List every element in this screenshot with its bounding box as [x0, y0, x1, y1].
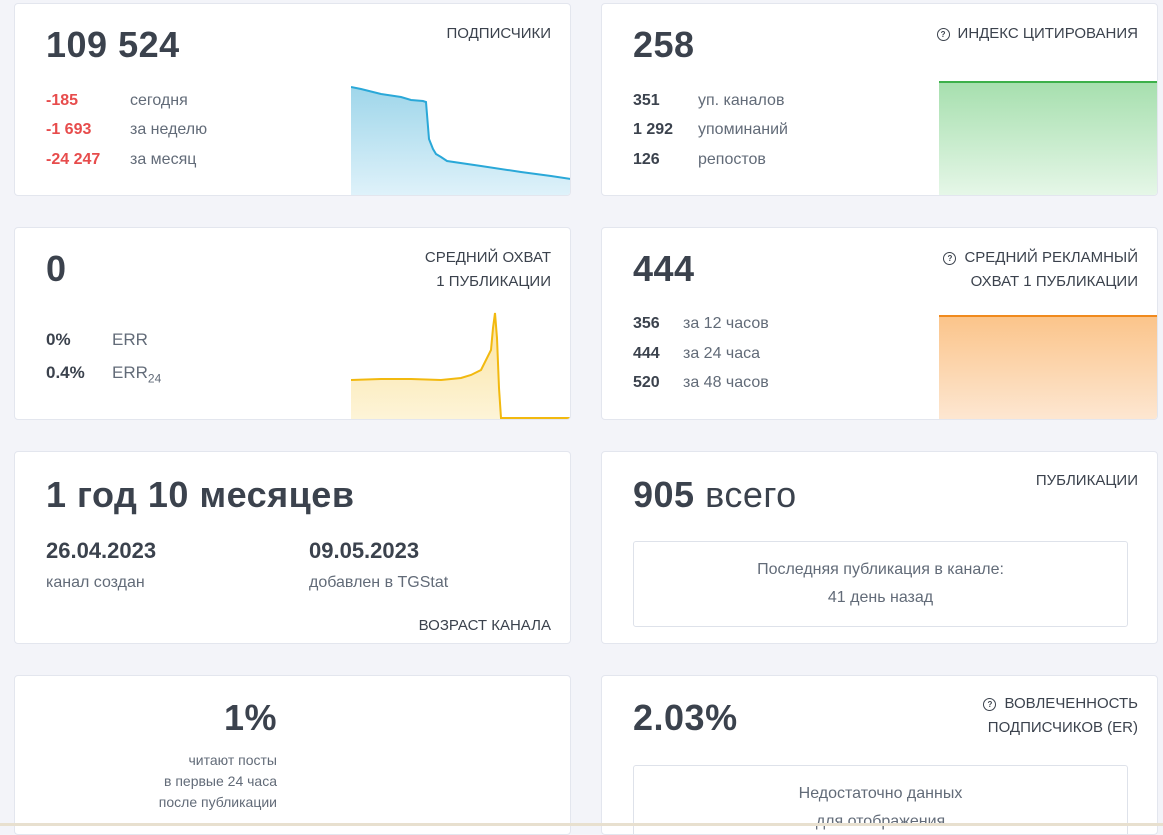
posts-suffix: всего — [705, 474, 797, 515]
subscribers-card: 109 524 ПОДПИСЧИКИ -185 сегодня -1 693 за … — [14, 3, 571, 196]
reach-card: 0 СРЕДНИЙ ОХВАТ 1 ПУБЛИКАЦИИ 0% ERR 0.4% E… — [14, 227, 571, 420]
stat-row: 1 292 упоминаний — [633, 120, 788, 140]
stat-value: 1 292 — [633, 121, 674, 138]
ad-reach-sparkline — [939, 315, 1157, 419]
err24-row: 0.4% ERR24 — [46, 363, 161, 388]
created-label: канал создан — [46, 574, 145, 591]
stat-row: 356 за 12 часов — [633, 314, 769, 334]
stat-row: 126 репостов — [633, 150, 766, 170]
stat-value: 351 — [633, 92, 660, 109]
ad-reach-value: 444 — [633, 248, 695, 289]
reach-label-line2: 1 ПУБЛИКАЦИИ — [436, 273, 551, 290]
read24-line1: читают посты — [188, 752, 278, 768]
er-value: 2.03% — [633, 697, 738, 738]
stat-row: 520 за 48 часов — [633, 373, 769, 393]
posts-count: 905 — [633, 474, 695, 515]
age-value: 1 год 10 месяцев — [46, 474, 355, 515]
stat-text: за 24 часа — [683, 345, 761, 362]
added-label: добавлен в TGStat — [309, 574, 449, 591]
reach-value: 0 — [46, 248, 67, 289]
ad-reach-card: 444 ? СРЕДНИЙ РЕКЛАМНЫЙ ОХВАТ 1 ПУБЛИКАЦИ… — [601, 227, 1158, 420]
subscribers-sparkline — [351, 86, 570, 195]
last-post-line1: Последняя публикация в канале: — [757, 561, 1004, 578]
read24-line3: после публикации — [158, 794, 277, 810]
stat-row: -1 693 за неделю — [46, 120, 207, 140]
added-date: 09.05.2023 — [309, 538, 420, 563]
stat-value: -24 247 — [46, 151, 101, 168]
stat-text: упоминаний — [698, 121, 788, 138]
ad-reach-label-line2: ОХВАТ 1 ПУБЛИКАЦИИ — [970, 273, 1138, 290]
err24-value: 0.4% — [46, 363, 85, 382]
stat-value: -185 — [46, 92, 79, 109]
posts-label: ПУБЛИКАЦИИ — [1035, 472, 1138, 489]
stat-row: 444 за 24 часа — [633, 344, 760, 364]
citation-sparkline — [939, 81, 1157, 195]
err-value: 0% — [46, 330, 71, 349]
citation-value: 258 — [633, 24, 695, 65]
read24-line2: в первые 24 часа — [164, 773, 277, 789]
last-post-line2: 41 день назад — [827, 589, 934, 606]
question-icon[interactable]: ? — [983, 698, 997, 711]
stat-row: -185 сегодня — [46, 91, 188, 111]
stat-text: за неделю — [130, 121, 208, 138]
stat-row: -24 247 за месяц — [46, 150, 196, 170]
stat-text: за 48 часов — [683, 374, 769, 391]
reach-label-line1: СРЕДНИЙ ОХВАТ — [424, 249, 551, 266]
age-card: 1 год 10 месяцев 26.04.2023 канал создан… — [14, 451, 571, 644]
nodata-line2: для отображения — [815, 813, 946, 830]
stat-value: 444 — [633, 345, 660, 362]
stat-value: 520 — [633, 374, 660, 391]
stat-text: за 12 часов — [683, 315, 769, 332]
stat-value: 356 — [633, 315, 660, 332]
er-card: 2.03% ? ВОВЛЕЧЕННОСТЬ ПОДПИСЧИКОВ (ER) Не… — [601, 675, 1158, 835]
err-row: 0% ERR — [46, 330, 148, 350]
er-label-line2: ПОДПИСЧИКОВ (ER) — [987, 719, 1138, 736]
created-date: 26.04.2023 — [46, 538, 157, 563]
citation-label[interactable]: ? ИНДЕКС ЦИТИРОВАНИЯ — [936, 22, 1138, 46]
reach-sparkline — [351, 312, 570, 419]
stat-text: уп. каналов — [698, 92, 785, 109]
stat-value: 126 — [633, 151, 660, 168]
reach-label: СРЕДНИЙ ОХВАТ 1 ПУБЛИКАЦИИ — [425, 246, 551, 294]
stat-value: -1 693 — [46, 121, 92, 138]
err24-subscript: 24 — [147, 371, 162, 386]
err24-label-text: ERR — [112, 363, 148, 382]
ad-reach-label-line1: СРЕДНИЙ РЕКЛАМНЫЙ — [964, 249, 1138, 266]
citation-card: 258 ? ИНДЕКС ЦИТИРОВАНИЯ 351 уп. каналов 1… — [601, 3, 1158, 196]
stat-text: за месяц — [130, 151, 197, 168]
err24-label: ERR24 — [112, 363, 161, 388]
stat-row: 351 уп. каналов — [633, 91, 784, 111]
subscribers-label: ПОДПИСЧИКИ — [446, 25, 551, 42]
er-label[interactable]: ? ВОВЛЕЧЕННОСТЬ ПОДПИСЧИКОВ (ER) — [983, 692, 1138, 740]
stat-text: сегодня — [130, 92, 188, 109]
posts-card: 905 всего ПУБЛИКАЦИИ Последняя публикаци… — [601, 451, 1158, 644]
last-post-box: Последняя публикация в канале: 41 день н… — [633, 541, 1128, 627]
er-label-line1: ВОВЛЕЧЕННОСТЬ — [1004, 695, 1138, 712]
question-icon[interactable]: ? — [936, 28, 950, 41]
question-icon[interactable]: ? — [943, 252, 957, 265]
posts-value: 905 всего — [633, 474, 797, 516]
nodata-line1: Недостаточно данных — [798, 785, 963, 802]
ad-reach-label[interactable]: ? СРЕДНИЙ РЕКЛАМНЫЙ ОХВАТ 1 ПУБЛИКАЦИИ — [943, 246, 1138, 294]
read24-value: 1% — [223, 697, 277, 738]
read24-text: читают посты в первые 24 часа после публ… — [159, 750, 277, 813]
citation-label-text: ИНДЕКС ЦИТИРОВАНИЯ — [957, 25, 1138, 42]
read24-card: 1% читают посты в первые 24 часа после п… — [14, 675, 571, 835]
stat-text: репостов — [698, 151, 766, 168]
err-label: ERR — [112, 330, 148, 349]
subscribers-count: 109 524 — [46, 24, 180, 65]
age-label: ВОЗРАСТ КАНАЛА — [418, 617, 551, 634]
